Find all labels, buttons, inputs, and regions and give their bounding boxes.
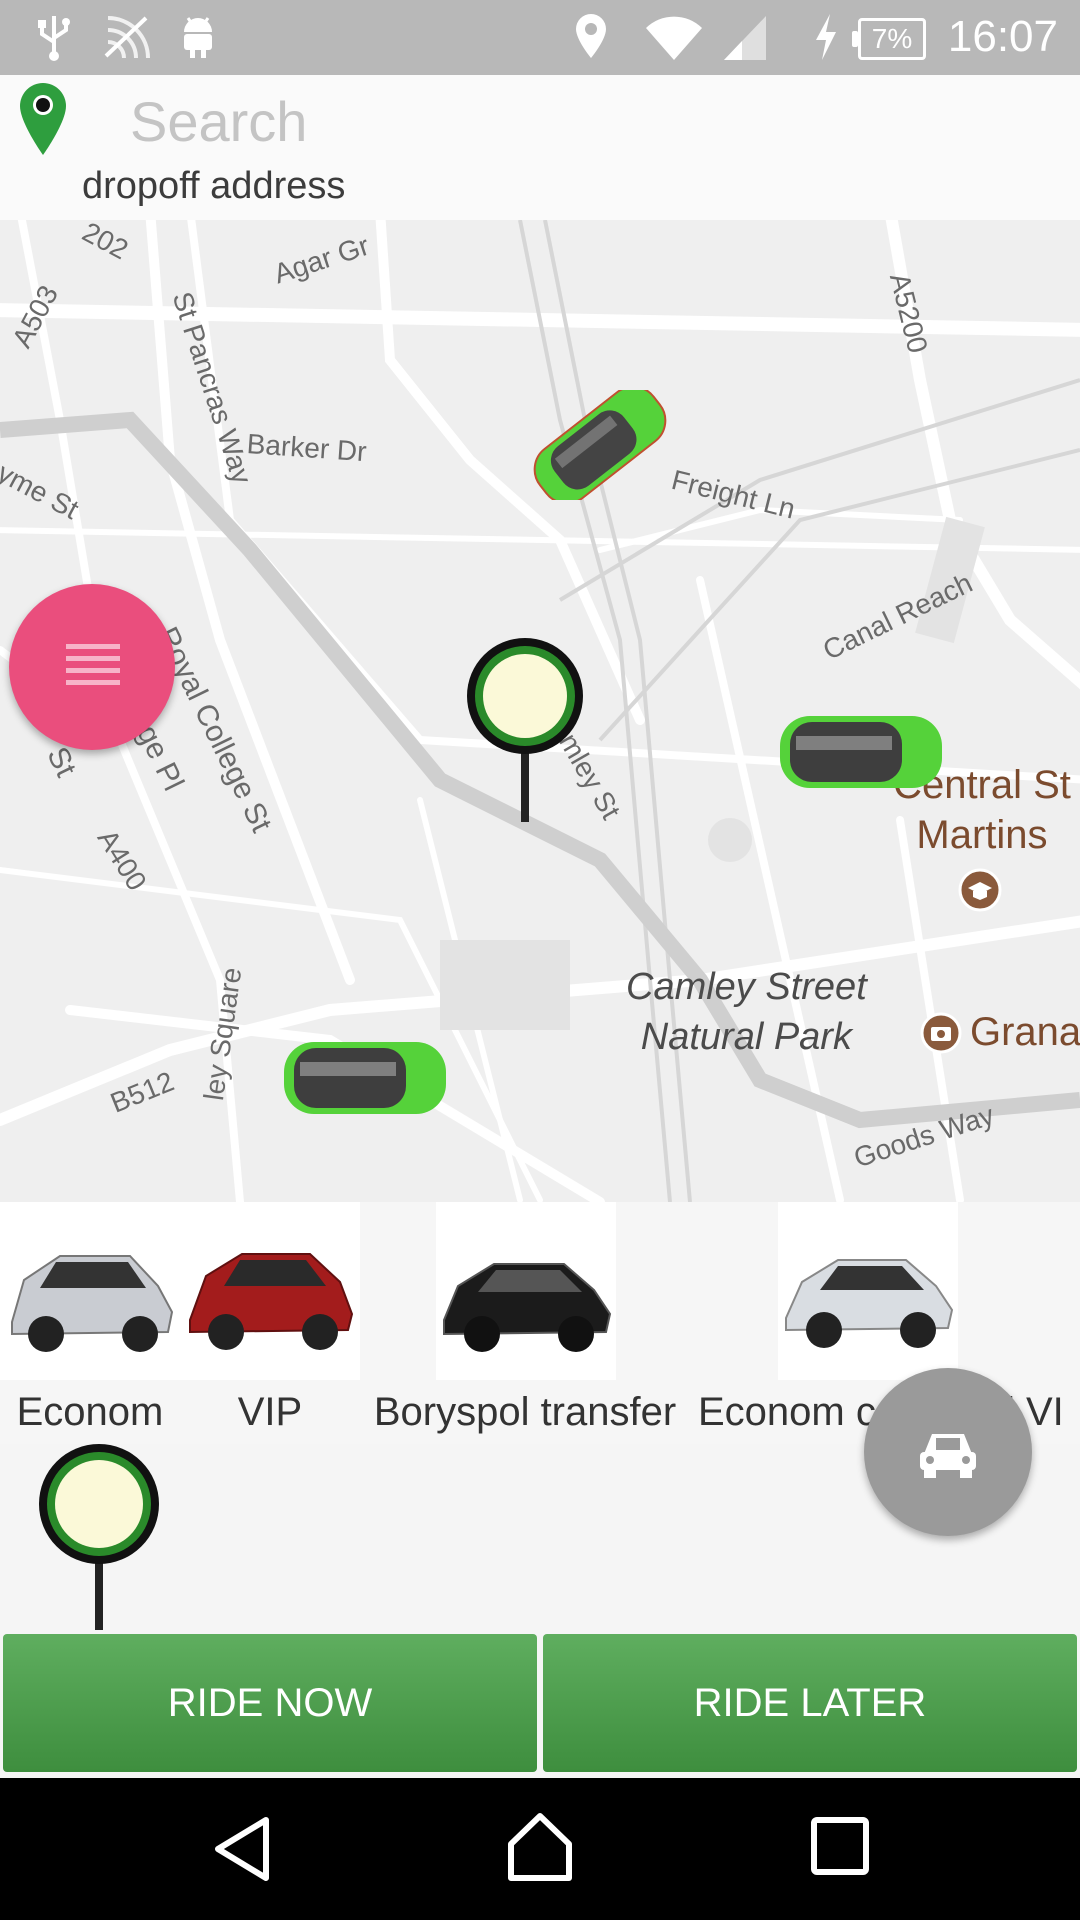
- car-type-name: VIP: [237, 1390, 303, 1434]
- usb-icon: [38, 16, 70, 61]
- wifi-icon: [646, 16, 702, 60]
- museum-icon[interactable]: [920, 1012, 962, 1054]
- signal-icon: [724, 16, 766, 60]
- car-type-item[interactable]: VIP: [180, 1202, 360, 1442]
- ride-now-button[interactable]: RIDE NOW: [3, 1634, 537, 1772]
- taxi-button[interactable]: [864, 1368, 1032, 1536]
- home-icon[interactable]: [505, 1810, 575, 1884]
- car-type-item[interactable]: Econom: [0, 1202, 180, 1442]
- school-icon[interactable]: [958, 868, 1002, 912]
- map-pin-icon: [20, 83, 66, 155]
- car-marker-icon[interactable]: [280, 1036, 450, 1120]
- android-icon: [184, 17, 212, 58]
- poi-granary[interactable]: Grana: [970, 1010, 1080, 1055]
- car-type-name: Econom: [16, 1390, 164, 1434]
- status-bar: 7% 16:07: [0, 0, 1080, 75]
- car-type-name: Boryspol transfer: [373, 1390, 677, 1434]
- battery-icon: 7%: [852, 18, 926, 60]
- location-icon: [576, 14, 606, 58]
- pickup-marker-icon[interactable]: [36, 1442, 162, 1634]
- car-photo-icon: [443, 1263, 612, 1352]
- menu-button[interactable]: [9, 584, 175, 750]
- dropoff-address-label[interactable]: dropoff address: [82, 165, 345, 208]
- car-photo-icon: [189, 1253, 354, 1350]
- poi-camley-park[interactable]: Camley Street Natural Park: [626, 962, 867, 1062]
- nfc-icon: [104, 16, 150, 59]
- map-view[interactable]: 202 Agar Gr A503 St Pancras Way Barker D…: [0, 220, 1080, 1202]
- search-input[interactable]: Search: [130, 89, 307, 154]
- back-icon[interactable]: [210, 1814, 274, 1884]
- car-photo-icon: [785, 1259, 954, 1348]
- car-type-item[interactable]: Boryspol transfer: [360, 1202, 690, 1442]
- charging-icon: [816, 14, 836, 60]
- recents-icon[interactable]: [810, 1816, 870, 1876]
- taxi-icon: [920, 1434, 976, 1478]
- navigation-bar: [0, 1778, 1080, 1920]
- pickup-marker-icon[interactable]: [462, 636, 588, 836]
- ride-later-button[interactable]: RIDE LATER: [543, 1634, 1077, 1772]
- car-photo-icon: [11, 1255, 174, 1352]
- status-time: 16:07: [947, 12, 1058, 61]
- car-marker-icon[interactable]: [776, 710, 946, 794]
- search-header[interactable]: Search dropoff address: [0, 75, 1080, 220]
- car-marker-icon[interactable]: [520, 390, 680, 500]
